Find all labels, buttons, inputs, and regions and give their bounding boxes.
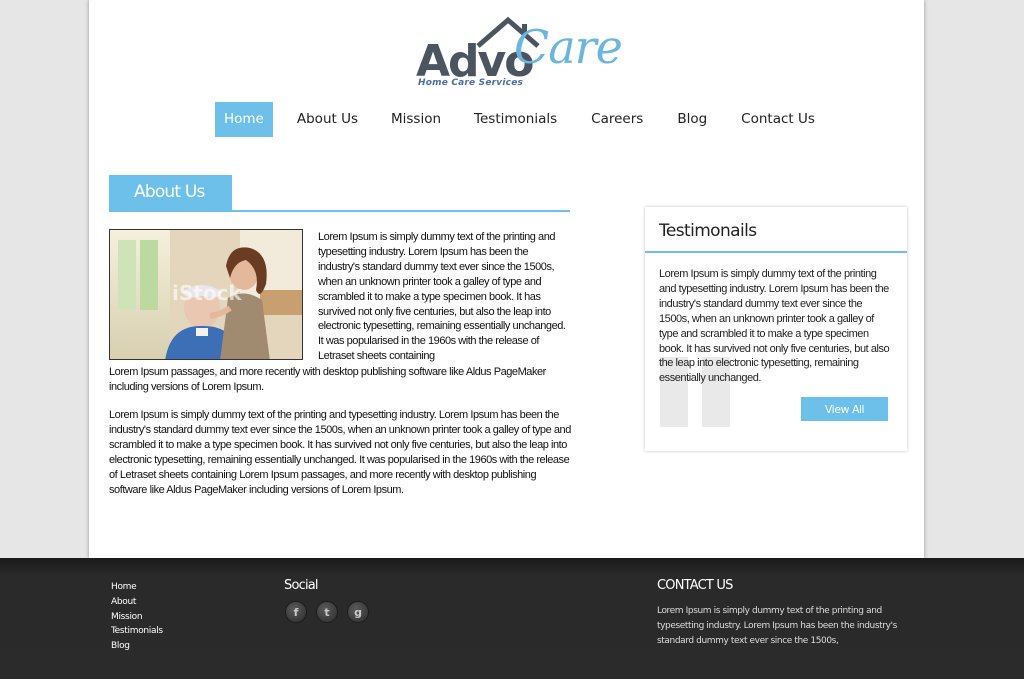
nav-item-mission[interactable]: Mission: [391, 102, 441, 137]
logo[interactable]: Advo Care Home Care Services: [416, 16, 623, 92]
page-container: Advo Care Home Care Services Home About …: [89, 0, 924, 558]
footer-link-about[interactable]: About: [111, 595, 163, 610]
google-icon[interactable]: g: [347, 601, 369, 623]
about-title-underline: [109, 210, 570, 212]
about-paragraph-1-continued: Lorem Ipsum passages, and more recently …: [109, 366, 546, 393]
about-section-title: About Us: [109, 175, 232, 211]
about-paragraph-1: Lorem Ipsum is simply dummy text of the …: [318, 231, 566, 363]
testimonials-card: Testimonails Lorem Ipsum is simply dummy…: [645, 207, 907, 451]
nav-item-contact-us[interactable]: Contact Us: [741, 102, 815, 137]
footer-link-mission[interactable]: Mission: [111, 610, 163, 625]
footer-link-blog[interactable]: Blog: [111, 639, 163, 654]
main-nav: Home About Us Mission Testimonials Caree…: [215, 102, 815, 137]
photo-watermark: iStock: [172, 281, 242, 305]
facebook-icon[interactable]: f: [285, 601, 307, 623]
nav-item-about-us[interactable]: About Us: [297, 102, 358, 137]
nav-item-testimonials[interactable]: Testimonials: [474, 102, 557, 137]
nav-item-home[interactable]: Home: [215, 102, 273, 137]
footer: Home About Mission Testimonials Blog Soc…: [0, 558, 1024, 679]
nav-item-blog[interactable]: Blog: [677, 102, 707, 137]
testimonial-text: Lorem Ipsum is simply dummy text of the …: [659, 268, 890, 385]
footer-link-testimonials[interactable]: Testimonials: [111, 624, 163, 639]
testimonials-title: Testimonails: [659, 221, 757, 241]
caregiver-photo: iStock: [109, 229, 303, 360]
footer-links: Home About Mission Testimonials Blog: [111, 580, 163, 654]
logo-word-care: Care: [514, 20, 623, 74]
nav-item-careers[interactable]: Careers: [591, 102, 643, 137]
view-all-button[interactable]: View All: [801, 397, 888, 421]
contact-text: Lorem Ipsum is simply dummy text of the …: [657, 606, 897, 646]
testimonials-underline: [645, 251, 907, 253]
twitter-icon[interactable]: t: [316, 601, 338, 623]
social-heading: Social: [284, 578, 319, 593]
footer-link-home[interactable]: Home: [111, 580, 163, 595]
contact-heading: CONTACT US: [657, 578, 733, 593]
about-paragraph-2: Lorem Ipsum is simply dummy text of the …: [109, 409, 571, 496]
logo-tagline: Home Care Services: [418, 78, 524, 88]
social-icons: f t g: [285, 601, 369, 623]
